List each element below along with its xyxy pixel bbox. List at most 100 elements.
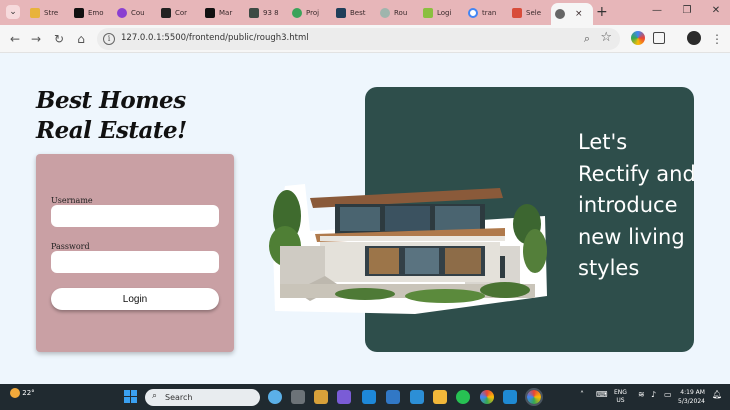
tab-label: Cou [131,9,145,17]
address-bar[interactable]: i 127.0.0.1:5500/frontend/public/rough3.… [97,28,620,50]
browser-tab[interactable]: Rou [376,4,416,22]
tab-label: Proj [306,9,320,17]
close-tab-icon[interactable]: × [575,9,583,19]
windows-taskbar: 22° ⌕ Search ˄ ⌨ ENG US ≋ ♪ ▭ 4:19 AM 5/… [0,384,730,410]
forward-arrow-icon[interactable]: → [29,32,43,46]
username-label: Username [51,196,93,205]
search-icon: ⌕ [152,391,158,401]
tab-favicon-icon [423,8,433,18]
password-input[interactable] [51,251,219,273]
tab-label: Logi [437,9,452,17]
tab-label: 93 8 [263,9,279,17]
tab-favicon-icon [74,8,84,18]
browser-tab[interactable]: Emo [70,4,110,22]
system-clock[interactable]: 4:19 AM 5/3/2024 [678,388,705,406]
wifi-icon[interactable]: ≋ [638,390,645,399]
windows-start-icon[interactable] [124,390,138,404]
tray-chevron-icon[interactable]: ˄ [580,390,584,399]
chrome-icon[interactable] [480,390,494,404]
zoom-icon[interactable]: ⌕ [584,32,590,46]
browser-tab[interactable]: Logi [419,4,459,22]
input-indicator-icon[interactable]: ⌨ [596,390,608,399]
weather-sun-icon [10,388,20,398]
chrome-active-icon[interactable] [525,388,543,406]
close-window-button[interactable]: ✕ [709,5,723,16]
browser-tab[interactable]: Best [332,4,372,22]
tab-favicon-icon [249,8,259,18]
browser-tab-bar: ⌄ Stre Emo Cou Cor Mar 93 8 Proj Best Ro… [0,0,730,25]
tab-label: Stre [44,9,59,17]
tab-favicon-icon [205,8,215,18]
clock-time: 4:19 AM [680,389,705,396]
profile-avatar[interactable] [687,31,701,45]
browser-tab[interactable]: Cou [113,4,153,22]
browser-tab[interactable]: Mar [201,4,241,22]
tab-favicon-icon [30,8,40,18]
tab-label: Cor [175,9,188,17]
tab-favicon-icon [161,8,171,18]
region-text: US [616,397,625,404]
taskbar-search-placeholder: Search [165,392,193,402]
clock-date: 5/3/2024 [678,398,705,405]
new-tab-button[interactable]: + [596,4,608,20]
browser-tab[interactable]: tran [464,4,504,22]
url-text[interactable]: 127.0.0.1:5500/frontend/public/rough3.ht… [121,33,309,43]
tab-search-menu-icon[interactable]: ⌄ [6,5,20,19]
site-info-icon[interactable]: i [103,33,115,45]
notepad-icon[interactable] [410,390,424,404]
browser-tab[interactable]: 93 8 [245,4,285,22]
media-player-icon[interactable] [337,390,351,404]
weather-widget[interactable]: 22° [10,388,35,398]
restore-button[interactable]: ❐ [680,5,694,16]
active-browser-tab[interactable]: × [551,3,593,25]
task-view-icon[interactable] [291,390,305,404]
whatsapp-icon[interactable] [456,390,470,404]
battery-icon[interactable]: ▭ [664,390,672,399]
brand-title: Best Homes Real Estate! [36,87,187,144]
password-label: Password [51,242,90,251]
extensions-puzzle-icon[interactable] [653,32,665,44]
tab-favicon-icon [336,8,346,18]
app-icon[interactable] [362,390,376,404]
calculator-icon[interactable] [386,390,400,404]
tab-favicon-icon [117,8,127,18]
store-icon[interactable] [314,390,328,404]
tab-label: Rou [394,9,408,17]
file-explorer-icon[interactable] [433,390,447,404]
page-content: Best Homes Real Estate! Username Passwor… [0,54,730,384]
browser-tab[interactable]: Stre [26,4,66,22]
notification-bell-icon[interactable]: 🔔︎ [712,390,722,399]
color-picker-extension-icon[interactable] [631,31,645,45]
tab-label: Sele [526,9,542,17]
browser-tab[interactable]: Cor [157,4,197,22]
tab-label: Mar [219,9,233,17]
browser-toolbar: ← → ↻ ⌂ i 127.0.0.1:5500/frontend/public… [0,25,730,53]
tab-label: tran [482,9,497,17]
browser-tab[interactable]: Proj [288,4,328,22]
tab-label: Emo [88,9,104,17]
taskbar-search[interactable]: ⌕ Search [145,389,260,406]
login-card: Username Password Login [36,154,234,352]
login-button[interactable]: Login [51,288,219,310]
modern-house-image [269,184,547,314]
vscode-icon[interactable] [503,390,517,404]
tab-label: Best [350,9,366,17]
tab-favicon-icon [292,8,302,18]
globe-icon [555,9,565,19]
tab-favicon-icon [380,8,390,18]
browser-tab[interactable]: Sele [508,4,548,22]
reload-icon[interactable]: ↻ [52,32,66,46]
google-favicon-icon [468,8,478,18]
bookmark-star-icon[interactable]: ☆ [600,30,612,45]
tab-favicon-icon [512,8,522,18]
language-text: ENG [614,389,627,396]
minimize-button[interactable]: — [650,5,664,16]
home-icon[interactable]: ⌂ [74,32,88,46]
username-input[interactable] [51,205,219,227]
copilot-icon[interactable] [268,390,282,404]
language-indicator[interactable]: ENG US [614,389,627,405]
volume-icon[interactable]: ♪ [651,390,656,399]
back-arrow-icon[interactable]: ← [8,32,22,46]
more-menu-icon[interactable]: ⋮ [710,32,724,46]
temperature-text: 22° [22,389,35,397]
